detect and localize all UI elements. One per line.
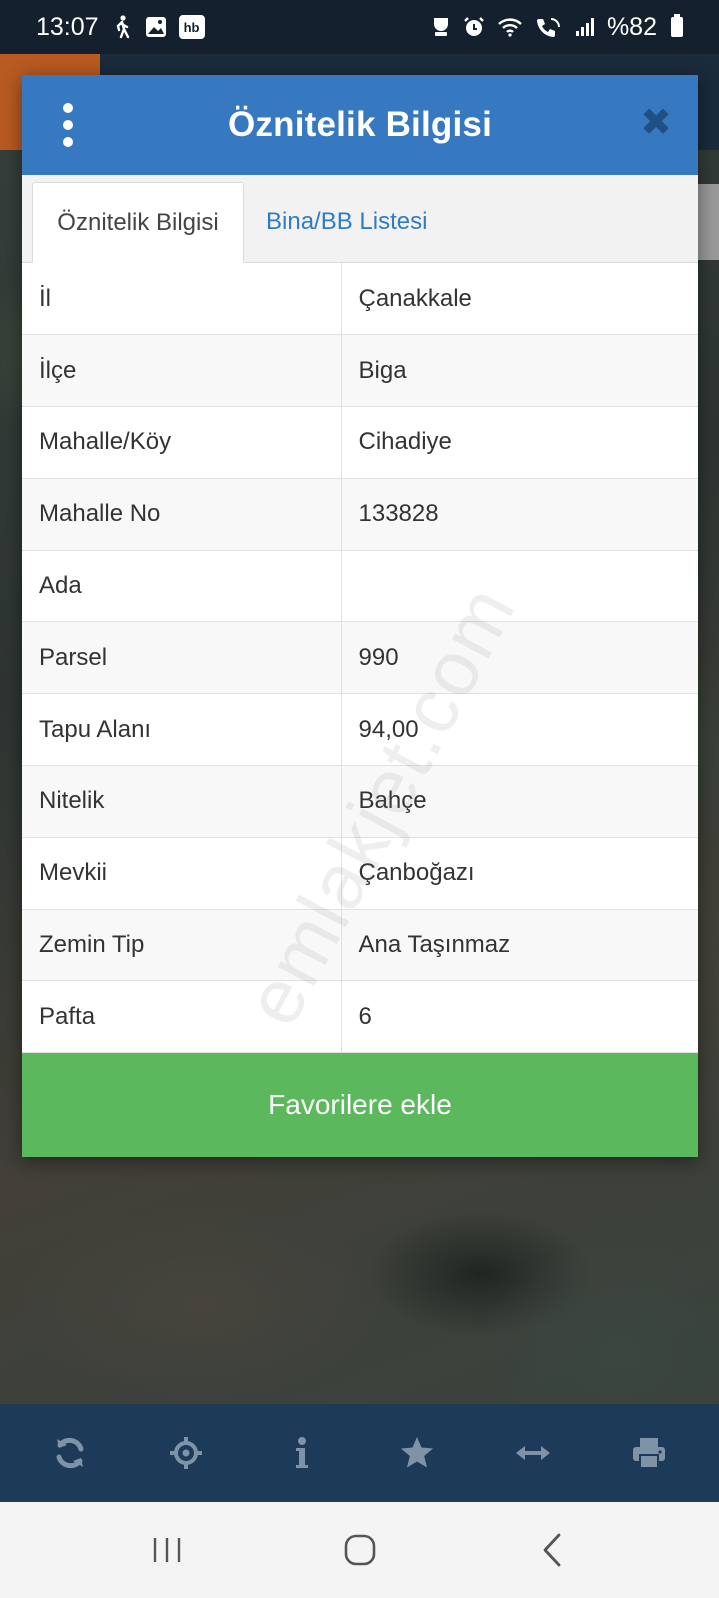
map-toolbar [0,1404,719,1502]
attribute-key: Parsel [22,621,342,695]
add-to-favorites-button[interactable]: Favorilere ekle [22,1053,698,1157]
info-icon[interactable] [270,1421,334,1485]
attribute-value: Bahçe [341,765,698,838]
status-left: 13:07 hb [36,13,205,42]
attribute-value: Çanboğazı [341,837,698,910]
table-row: Zemin Tip Ana Taşınmaz [22,909,698,982]
attribute-value: Ana Taşınmaz [341,909,698,982]
attribute-key: İl [22,263,342,336]
more-vertical-icon[interactable] [56,103,80,147]
attribute-value: Cihadiye [341,406,698,479]
table-row: Mahalle No 133828 [22,478,698,551]
attribute-value: 133828 [341,478,698,551]
table-row: Mevkii Çanboğazı [22,837,698,910]
attribute-dialog: Öznitelik Bilgisi ✖ Öznitelik Bilgisi Bi… [22,75,698,1157]
attribute-value [341,550,698,623]
tab-bar: Öznitelik Bilgisi Bina/BB Listesi [22,175,698,263]
hb-app-icon: hb [178,15,205,39]
battery-icon [671,14,683,37]
attribute-key: Mahalle No [22,478,342,551]
attribute-value: 6 [341,980,698,1054]
table-row: İl Çanakkale [22,263,698,336]
table-row: Pafta 6 [22,980,698,1054]
wifi-icon [497,16,523,38]
map-side-handle[interactable] [697,184,719,260]
attribute-value: Çanakkale [341,263,698,336]
signal-icon [575,17,595,37]
tab-building-list[interactable]: Bina/BB Listesi [244,181,445,262]
status-bar: 13:07 hb %82 [0,0,719,54]
table-row: Ada [22,550,698,623]
table-row: Tapu Alanı 94,00 [22,693,698,767]
attribute-key: Zemin Tip [22,909,342,982]
status-right: %82 [431,13,683,42]
table-row: Parsel 990 [22,621,698,695]
attribute-value: Biga [341,334,698,408]
attribute-key: İlçe [22,334,342,408]
attribute-key: Mevkii [22,837,342,910]
attribute-table: İl Çanakkale İlçe Biga Mahalle/Köy Cihad… [22,263,698,1054]
attribute-key: Nitelik [22,765,342,838]
attribute-key: Tapu Alanı [22,693,342,767]
star-icon[interactable] [385,1421,449,1485]
table-row: Nitelik Bahçe [22,765,698,838]
walking-icon [111,15,133,39]
attribute-value: 94,00 [341,693,698,767]
attribute-key: Pafta [22,980,342,1054]
dialog-title: Öznitelik Bilgisi [227,105,492,144]
measure-icon[interactable] [501,1421,565,1485]
locate-icon[interactable] [154,1421,218,1485]
system-navigation-bar [0,1502,719,1598]
tab-attribute-info[interactable]: Öznitelik Bilgisi [32,182,244,263]
attribute-value: 990 [341,621,698,695]
attribute-key: Ada [22,550,342,623]
close-icon[interactable]: ✖ [638,104,674,142]
image-icon [145,16,167,38]
recent-apps-icon[interactable] [132,1520,202,1580]
attribute-key: Mahalle/Köy [22,406,342,479]
battery-text: %82 [606,12,657,41]
back-icon[interactable] [518,1520,588,1580]
home-icon[interactable] [325,1520,395,1580]
dialog-header: Öznitelik Bilgisi ✖ [22,75,698,175]
refresh-icon[interactable] [38,1421,102,1485]
wifi-calling-icon [535,16,563,38]
print-icon[interactable] [617,1421,681,1485]
alarm-icon [463,16,485,38]
recycle-icon [431,16,451,38]
table-row: İlçe Biga [22,334,698,408]
table-row: Mahalle/Köy Cihadiye [22,406,698,479]
status-time: 13:07 [36,12,99,41]
